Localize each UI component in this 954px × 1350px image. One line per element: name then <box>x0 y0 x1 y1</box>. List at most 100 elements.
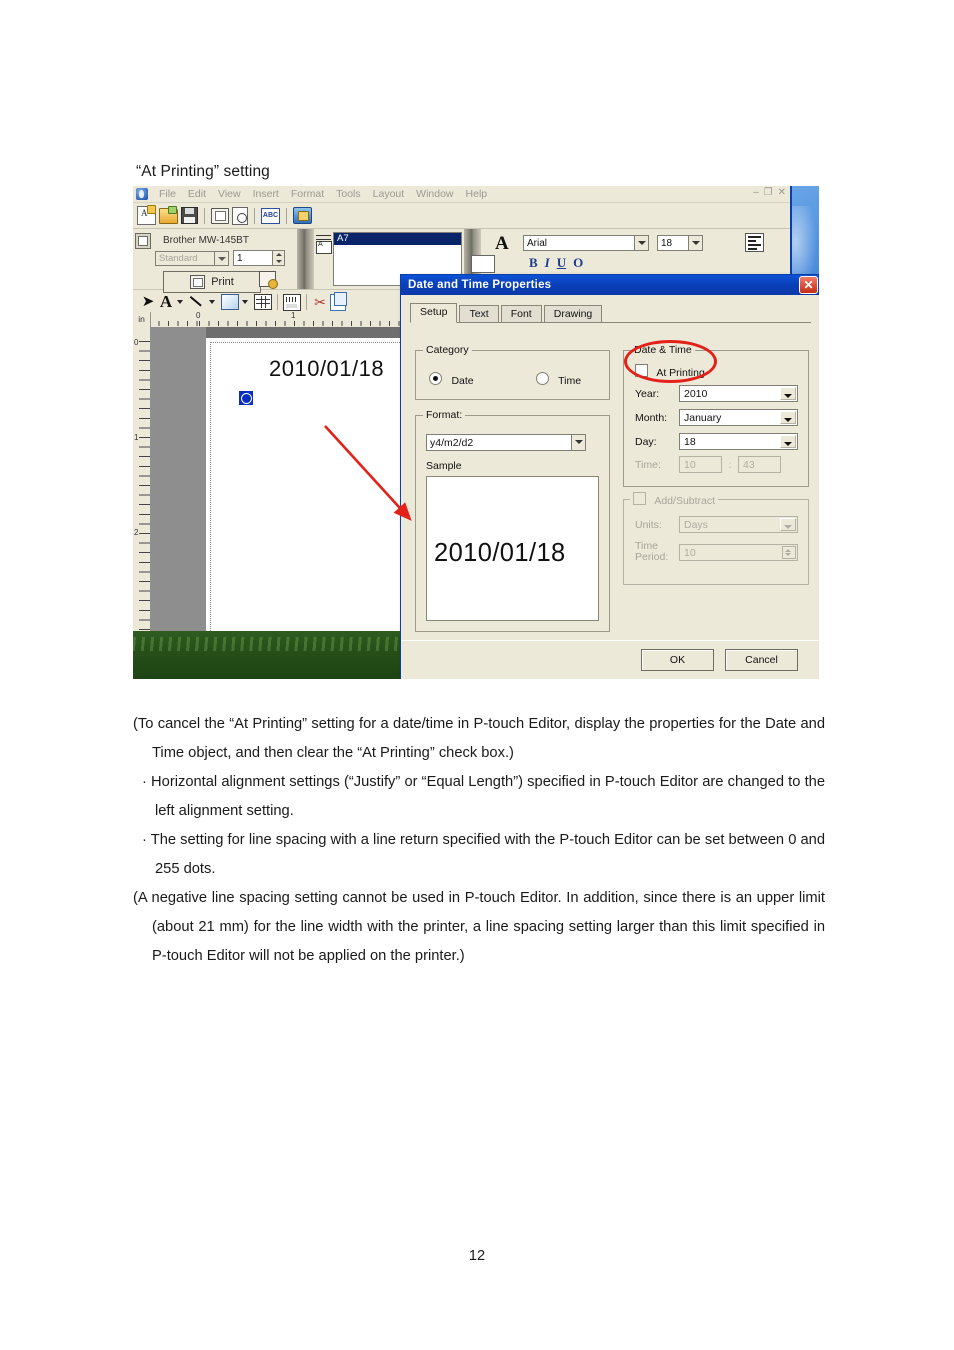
chevron-down-icon[interactable] <box>571 435 585 450</box>
barcode-tool-icon[interactable] <box>283 293 301 311</box>
layout-list-item-selected[interactable]: A7 <box>334 233 461 245</box>
menu-bar: File Edit View Insert Format Tools Layou… <box>133 186 790 203</box>
menu-item-view[interactable]: View <box>212 188 247 200</box>
underline-button[interactable]: U <box>557 255 566 271</box>
canvas-left-shade <box>150 327 206 643</box>
print-icon[interactable] <box>211 207 229 224</box>
print-pane-handle-icon[interactable] <box>135 233 151 249</box>
close-icon[interactable]: ✕ <box>778 187 786 199</box>
menu-item-layout[interactable]: Layout <box>367 188 411 200</box>
radio-time-icon <box>535 372 549 385</box>
ok-button[interactable]: OK <box>641 649 714 671</box>
open-icon[interactable] <box>159 205 178 224</box>
vertical-ruler-ticks <box>139 341 150 643</box>
dialog-title: Date and Time Properties <box>408 279 552 291</box>
select-arrow-icon[interactable]: ➤ <box>140 293 156 311</box>
time-period-row: Time Period: 10 <box>635 541 798 563</box>
print-options-icon[interactable] <box>259 271 278 289</box>
printer-name: Brother MW-145BT <box>163 235 249 246</box>
font-size-select[interactable]: 18 <box>657 235 703 251</box>
at-printing-checkbox[interactable]: At Printing <box>635 364 705 379</box>
format-group: Format: y4/m2/d2 Sample 2010/01/18 <box>415 409 610 632</box>
save-icon[interactable] <box>181 207 198 224</box>
screenshot-figure: File Edit View Insert Format Tools Layou… <box>133 186 819 679</box>
month-label: Month: <box>635 411 668 424</box>
chevron-down-icon[interactable] <box>688 236 702 250</box>
radio-date[interactable]: Date <box>429 371 474 389</box>
font-icon: A <box>495 233 509 254</box>
page-number: 12 <box>468 1248 486 1264</box>
category-group: Category Date Time <box>415 344 610 400</box>
month-select[interactable]: January <box>679 409 798 426</box>
year-select[interactable]: 2010 <box>679 385 798 402</box>
spell-check-icon[interactable]: ABC <box>261 207 280 224</box>
text-tool-icon[interactable]: A <box>158 292 174 311</box>
date-time-properties-dialog: Date and Time Properties ✕ Setup Text Fo… <box>400 274 819 679</box>
day-select[interactable]: 18 <box>679 433 798 450</box>
outline-button[interactable]: O <box>573 255 583 271</box>
menu-item-edit[interactable]: Edit <box>182 188 212 200</box>
chevron-down-icon[interactable] <box>214 251 228 265</box>
bold-button[interactable]: B <box>529 255 538 271</box>
database-icon[interactable] <box>293 207 312 224</box>
close-icon[interactable]: ✕ <box>799 276 818 294</box>
year-value: 2010 <box>684 388 708 400</box>
text-pane-handle-icon[interactable] <box>471 255 495 273</box>
menu-item-window[interactable]: Window <box>410 188 459 200</box>
font-name-select[interactable]: Arial <box>523 235 649 251</box>
new-layout-icon[interactable] <box>137 205 156 225</box>
print-icon <box>190 275 206 289</box>
standard-toolbar: ABC <box>133 203 790 229</box>
menu-item-help[interactable]: Help <box>460 188 494 200</box>
font-size-value: 18 <box>661 238 673 249</box>
toolbar-separator <box>286 207 287 224</box>
chevron-down-icon[interactable] <box>209 300 215 304</box>
chevron-down-icon[interactable] <box>780 411 796 424</box>
canvas-date-object[interactable]: 2010/01/18 <box>269 356 384 382</box>
rectangle-tool-icon[interactable] <box>221 294 239 310</box>
chevron-down-icon[interactable] <box>242 300 248 304</box>
print-quality-select[interactable]: Standard <box>155 250 229 266</box>
cut-icon[interactable]: ✂ <box>312 293 328 311</box>
menu-item-format[interactable]: Format <box>285 188 330 200</box>
chevron-down-icon[interactable] <box>177 300 183 304</box>
tab-font[interactable]: Font <box>500 305 542 322</box>
tab-drawing[interactable]: Drawing <box>543 305 603 322</box>
time-hour-field: 10 <box>679 456 722 473</box>
minimize-icon[interactable]: – <box>753 187 759 199</box>
menu-item-tools[interactable]: Tools <box>330 188 367 200</box>
copy-icon[interactable] <box>330 291 347 311</box>
time-minute-field: 43 <box>738 456 781 473</box>
chevron-down-icon[interactable] <box>780 387 796 400</box>
toolbar-separator <box>254 207 255 224</box>
copies-stepper[interactable]: 1 <box>233 250 285 266</box>
chevron-down-icon[interactable] <box>634 236 648 250</box>
year-label: Year: <box>635 387 660 400</box>
menu-item-file[interactable]: File <box>153 188 182 200</box>
font-name-value: Arial <box>527 238 548 249</box>
align-icon[interactable] <box>745 233 764 252</box>
chevron-down-icon[interactable] <box>780 435 796 448</box>
italic-button[interactable]: I <box>545 255 550 271</box>
sample-label: Sample <box>426 460 462 472</box>
clock-object-icon[interactable] <box>239 391 253 405</box>
table-tool-icon[interactable] <box>254 294 272 310</box>
print-preview-icon[interactable] <box>232 206 248 225</box>
add-subtract-checkbox: Add/Subtract <box>630 492 719 507</box>
tab-setup[interactable]: Setup <box>410 303 458 323</box>
stepper-arrows-icon[interactable] <box>272 251 284 265</box>
line-tool-icon[interactable] <box>189 294 206 310</box>
add-subtract-group: Add/Subtract Units: Days Time Period: 10 <box>623 492 809 585</box>
menu-item-insert[interactable]: Insert <box>247 188 285 200</box>
dialog-title-bar[interactable]: Date and Time Properties ✕ <box>401 275 819 295</box>
units-label: Units: <box>635 518 662 531</box>
hruler-label-0: 0 <box>196 311 201 320</box>
tab-text[interactable]: Text <box>459 305 499 322</box>
restore-icon[interactable]: ❐ <box>764 187 773 199</box>
print-button[interactable]: Print <box>163 271 261 293</box>
format-select[interactable]: y4/m2/d2 <box>426 434 586 451</box>
cancel-button[interactable]: Cancel <box>725 649 798 671</box>
ruler-unit[interactable]: in <box>133 312 151 327</box>
radio-time[interactable]: Time <box>535 371 581 389</box>
units-select: Days <box>679 516 798 533</box>
